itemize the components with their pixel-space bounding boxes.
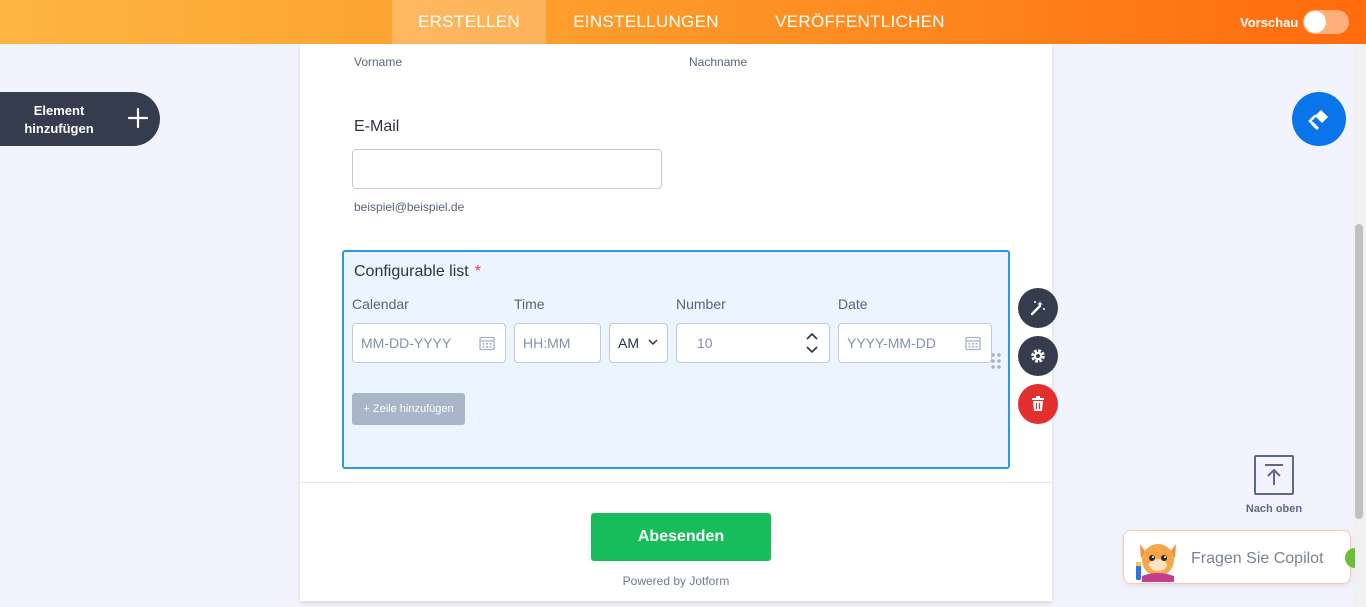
ampm-select[interactable]: AM <box>609 323 668 363</box>
configurable-list-title-text: Configurable list <box>354 263 469 280</box>
delete-button[interactable] <box>1018 384 1058 424</box>
calendar-icon[interactable] <box>479 335 495 351</box>
preview-toggle[interactable] <box>1303 10 1349 34</box>
chevron-down-icon <box>648 339 658 346</box>
copilot-button[interactable]: Fragen Sie Copilot <box>1123 530 1351 584</box>
submit-button[interactable]: Abesenden <box>591 513 771 561</box>
scrollbar[interactable] <box>1353 44 1366 607</box>
form-designer-button[interactable] <box>1292 92 1346 146</box>
back-to-top-label: Nach oben <box>1245 503 1303 515</box>
powered-by-text: Powered by Jotform <box>622 574 730 588</box>
column-header-date: Date <box>838 296 868 312</box>
last-name-sublabel: Nachname <box>689 55 748 69</box>
column-header-number: Number <box>676 296 726 312</box>
stepper-arrows-icon[interactable] <box>805 331 819 355</box>
scrollbar-thumb[interactable] <box>1355 224 1363 519</box>
add-row-button[interactable]: + Zeile hinzufügen <box>352 393 465 425</box>
plus-icon <box>127 107 149 129</box>
form-card: Vorname Nachname E-Mail beispiel@beispie… <box>300 44 1052 601</box>
ampm-value: AM <box>618 335 639 351</box>
time-placeholder: HH:MM <box>523 335 571 351</box>
calendar-input[interactable]: MM-DD-YYYY <box>352 323 506 363</box>
date-placeholder: YYYY-MM-DD <box>847 335 936 351</box>
add-element-label: Element hinzufügen <box>24 103 94 136</box>
first-name-sublabel: Vorname <box>354 55 403 69</box>
back-to-top-button[interactable] <box>1254 455 1294 495</box>
number-placeholder: 10 <box>697 335 713 351</box>
date-input[interactable]: YYYY-MM-DD <box>838 323 992 363</box>
paint-roller-icon <box>1308 110 1328 130</box>
tab-erstellen[interactable]: ERSTELLEN <box>392 0 546 44</box>
number-input[interactable]: 10 <box>676 323 830 363</box>
email-field[interactable] <box>352 149 662 189</box>
tab-einstellungen[interactable]: EINSTELLUNGEN <box>560 0 732 44</box>
divider <box>300 482 1052 483</box>
top-navigation-bar: ERSTELLEN EINSTELLUNGEN VERÖFFENTLICHEN … <box>0 0 1366 44</box>
required-mark: * <box>474 263 481 280</box>
calendar-icon[interactable] <box>965 335 981 351</box>
configurable-list-title: Configurable list * <box>354 263 481 281</box>
arrow-up-icon <box>1265 464 1283 485</box>
add-element-button[interactable]: Element hinzufügen <box>0 92 160 146</box>
copilot-label: Fragen Sie Copilot <box>1191 550 1324 567</box>
column-header-calendar: Calendar <box>352 296 409 312</box>
column-header-time: Time <box>514 296 545 312</box>
drag-handle-icon[interactable] <box>990 352 1002 370</box>
calendar-placeholder: MM-DD-YYYY <box>361 335 452 351</box>
time-input[interactable]: HH:MM <box>514 323 601 363</box>
tab-veroeffentlichen[interactable]: VERÖFFENTLICHEN <box>762 0 958 44</box>
settings-button[interactable] <box>1018 336 1058 376</box>
magic-wand-icon <box>1030 301 1045 316</box>
email-label: E-Mail <box>354 118 400 135</box>
gear-icon <box>1031 349 1045 363</box>
wand-button[interactable] <box>1018 288 1058 328</box>
toggle-knob <box>1304 11 1326 33</box>
preview-label: Vorschau <box>1240 15 1299 30</box>
trash-icon <box>1032 396 1044 411</box>
configurable-list-widget[interactable]: Configurable list * Calendar Time Number … <box>342 250 1010 469</box>
copilot-cat-avatar-icon <box>1136 544 1176 582</box>
email-sublabel: beispiel@beispiel.de <box>354 200 465 214</box>
